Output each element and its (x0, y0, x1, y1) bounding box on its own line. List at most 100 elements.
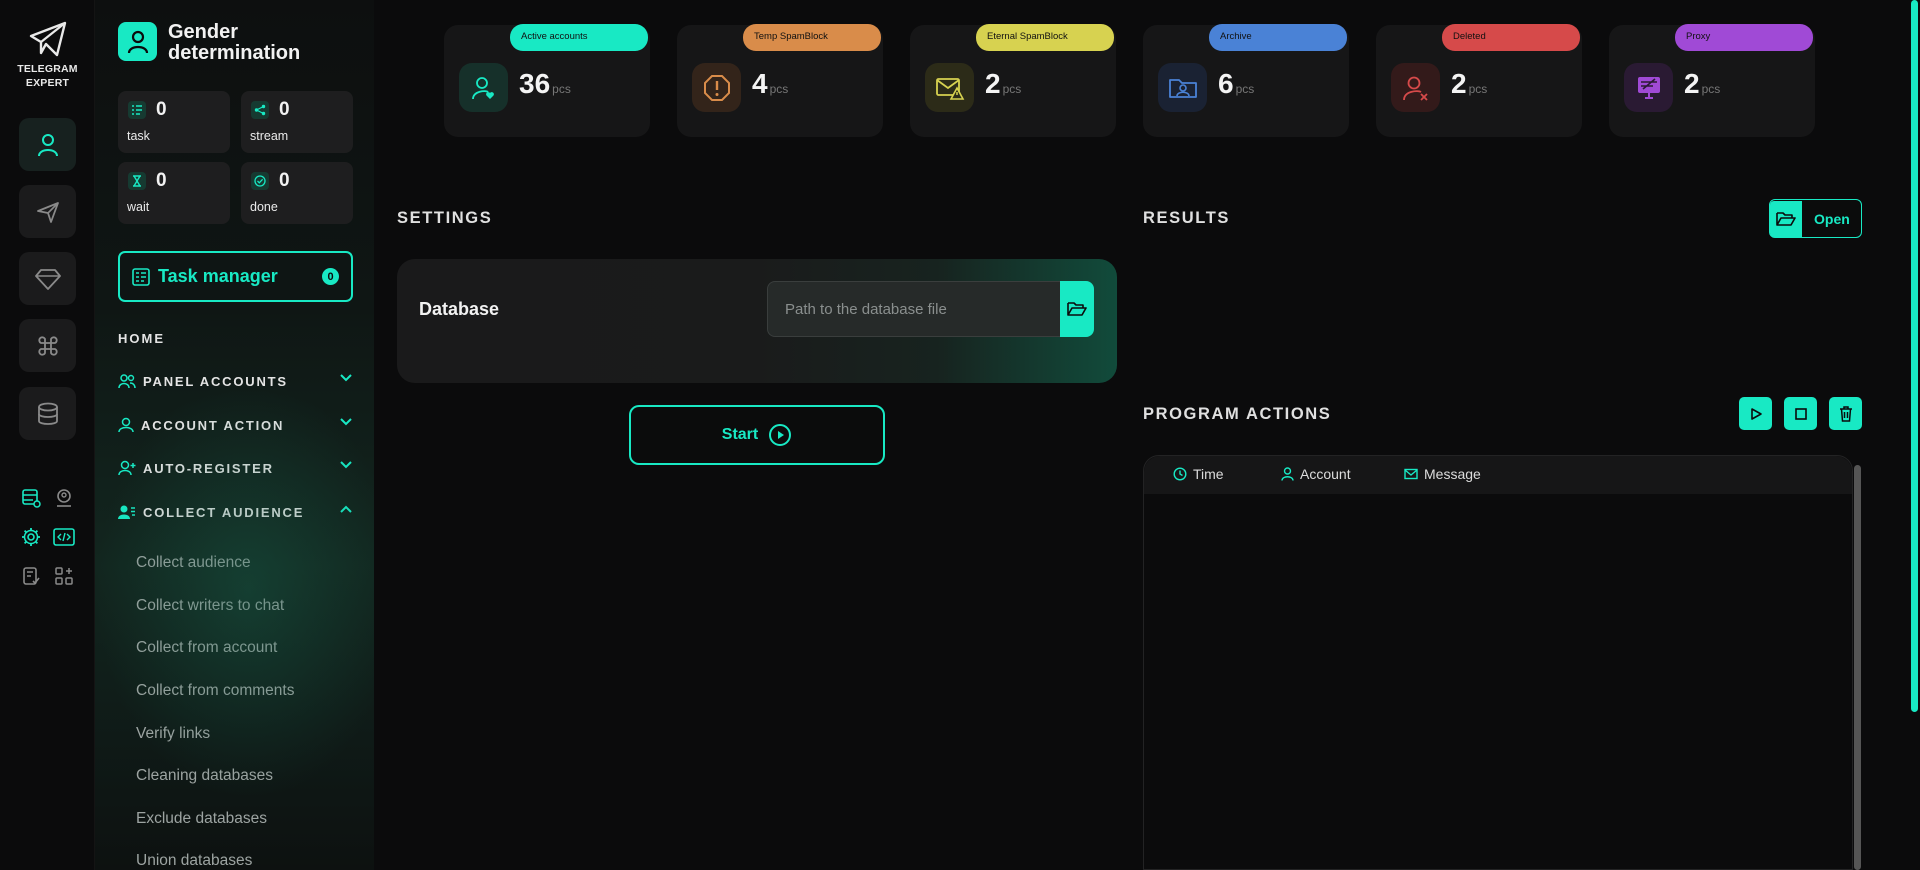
stop-icon (1794, 407, 1807, 420)
rail-premium-button[interactable] (19, 252, 76, 305)
user-heart-icon (459, 63, 508, 112)
task-manager-button[interactable]: Task manager 0 (118, 251, 353, 302)
stat-wait-label: wait (127, 200, 150, 214)
sub-collect-audience[interactable]: Collect audience (136, 554, 251, 572)
rail-database-button[interactable] (19, 387, 76, 440)
rail-send-button[interactable] (19, 185, 76, 238)
log-scrollbar[interactable] (1854, 465, 1861, 870)
play-circle-icon (769, 424, 792, 446)
folder-open-icon (1067, 302, 1087, 316)
database-icon (37, 402, 58, 425)
folder-open-icon (1770, 200, 1802, 237)
card-temp-spamblock-value: 4 pcs (752, 68, 789, 99)
users-icon (118, 374, 136, 389)
mail-icon (1404, 468, 1418, 480)
user-icon (37, 133, 58, 156)
start-button[interactable]: Start (629, 405, 885, 465)
stop-button[interactable] (1784, 397, 1817, 430)
nav-panel-accounts-label: PANEL ACCOUNTS (143, 373, 288, 389)
task-manager-count: 0 (322, 268, 339, 285)
sub-collect-writers[interactable]: Collect writers to chat (136, 597, 284, 615)
log-column-time: Time (1173, 466, 1224, 482)
nav-account-action[interactable]: ACCOUNT ACTION (118, 413, 353, 437)
page-scrollbar[interactable] (1911, 0, 1918, 712)
database-label: Database (419, 299, 500, 319)
sidebar: Gender determination 0 task 0 stream 0 w… (95, 0, 374, 870)
rail-accounts-button[interactable] (19, 118, 76, 171)
program-actions-log: Time Account Message (1143, 455, 1853, 870)
app-logo: TELEGRAM EXPERT (0, 20, 95, 90)
stat-stream: 0 stream (241, 91, 353, 153)
stat-done: 0 done (241, 162, 353, 224)
code-window-icon[interactable] (52, 525, 76, 549)
nav-collect-audience[interactable]: COLLECT AUDIENCE (118, 500, 353, 524)
sub-verify-links[interactable]: Verify links (136, 725, 210, 743)
play-button[interactable] (1739, 397, 1772, 430)
card-deleted-value: 2 pcs (1451, 68, 1488, 99)
card-archive-label: Archive (1209, 24, 1347, 51)
task-manager-icon (132, 267, 150, 286)
widgets-icon[interactable] (52, 564, 76, 588)
card-eternal-spamblock-value: 2 pcs (985, 68, 1022, 99)
clock-icon (1173, 467, 1187, 481)
sub-exclude-databases[interactable]: Exclude databases (136, 810, 267, 828)
nav-panel-accounts[interactable]: PANEL ACCOUNTS (118, 369, 353, 393)
sidebar-header: Gender determination (118, 22, 318, 64)
card-archive[interactable]: Archive 6 pcs (1143, 24, 1349, 137)
chevron-up-icon (340, 505, 352, 513)
sub-collect-from-comments[interactable]: Collect from comments (136, 682, 294, 700)
card-deleted-label: Deleted (1442, 24, 1580, 51)
card-active-accounts[interactable]: Active accounts 36 pcs (444, 24, 650, 137)
user-remove-icon (1391, 63, 1440, 112)
nav-auto-register-label: AUTO-REGISTER (143, 460, 274, 476)
task-list-icon (128, 101, 146, 119)
database-path-input[interactable] (767, 281, 1060, 337)
card-proxy-value: 2 pcs (1684, 68, 1721, 99)
card-eternal-spamblock[interactable]: Eternal SpamBlock 2 pcs (910, 24, 1116, 137)
rail-command-button[interactable] (19, 319, 76, 372)
page-title: Gender determination (168, 21, 301, 64)
card-deleted[interactable]: Deleted 2 pcs (1376, 24, 1582, 137)
open-results-button[interactable]: Open (1769, 199, 1862, 238)
card-active-accounts-label: Active accounts (510, 24, 648, 51)
card-active-accounts-value: 36 pcs (519, 68, 571, 99)
nav-auto-register[interactable]: AUTO-REGISTER (118, 456, 353, 480)
sub-collect-from-account[interactable]: Collect from account (136, 639, 277, 657)
hourglass-icon (128, 172, 146, 190)
diamond-icon (34, 268, 61, 290)
stat-done-value: 0 (279, 170, 290, 191)
location-user-icon[interactable] (52, 486, 76, 510)
stat-wait: 0 wait (118, 162, 230, 224)
nav-account-action-label: ACCOUNT ACTION (141, 417, 285, 433)
command-icon (37, 335, 58, 356)
clear-log-button[interactable] (1829, 397, 1862, 430)
nav-home[interactable]: HOME (118, 331, 165, 346)
browse-database-button[interactable] (1060, 281, 1094, 337)
program-actions-title: PROGRAM ACTIONS (1143, 405, 1332, 423)
chevron-down-icon (340, 418, 352, 426)
log-scrollbar-thumb[interactable] (1854, 465, 1861, 870)
icon-rail: TELEGRAM EXPERT (0, 0, 95, 870)
stat-done-label: done (250, 200, 278, 214)
start-button-label: Start (721, 426, 759, 443)
document-check-icon[interactable] (19, 564, 43, 588)
logo-line-1: TELEGRAM (17, 63, 78, 75)
share-icon (251, 101, 269, 119)
settings-title: SETTINGS (397, 209, 493, 227)
sub-union-databases[interactable]: Union databases (136, 852, 252, 870)
profile-icon (118, 22, 157, 61)
gear-icon[interactable] (19, 525, 43, 549)
card-proxy[interactable]: Proxy 2 pcs (1609, 24, 1815, 137)
log-header: Time Account Message (1144, 456, 1852, 494)
stat-wait-value: 0 (156, 170, 167, 191)
user-icon (1281, 467, 1294, 481)
sub-cleaning-databases[interactable]: Cleaning databases (136, 767, 273, 785)
chevron-down-icon (340, 461, 352, 469)
telegram-logo-icon (29, 21, 66, 57)
proxy-monitor-icon (1624, 63, 1673, 112)
log-column-message: Message (1404, 466, 1481, 482)
card-temp-spamblock[interactable]: Temp SpamBlock 4 pcs (677, 24, 883, 137)
send-icon (36, 201, 59, 223)
database-settings-icon[interactable] (19, 486, 43, 510)
play-icon (1750, 407, 1762, 420)
